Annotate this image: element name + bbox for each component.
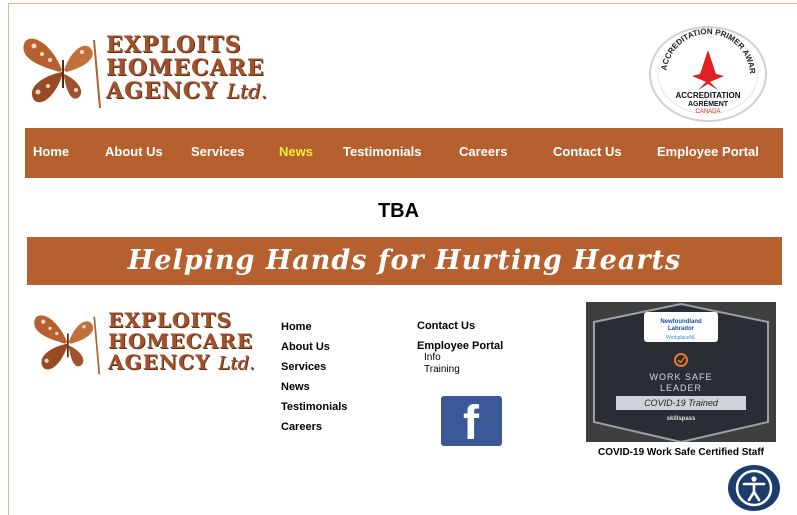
facebook-icon: f	[463, 397, 479, 450]
nav-contact-us[interactable]: Contact Us	[553, 144, 622, 159]
footer-logo-suffix: Ltd.	[218, 353, 255, 374]
accessibility-icon	[735, 469, 773, 507]
page-frame-top	[8, 3, 797, 4]
nav-testimonials[interactable]: Testimonials	[343, 144, 422, 159]
nav-about-us[interactable]: About Us	[105, 144, 163, 159]
footer-link-services[interactable]: Services	[281, 360, 347, 380]
covid-caption: COVID-19 Work Safe Certified Staff	[598, 447, 764, 458]
footer-logo[interactable]: EXPLOITS HOMECARE AGENCY Ltd.	[28, 308, 273, 376]
nav-services[interactable]: Services	[191, 144, 245, 159]
page-frame-left	[8, 3, 9, 515]
logo-wordmark: EXPLOITS HOMECARE AGENCY Ltd.	[106, 34, 267, 103]
footer-link-contact-us[interactable]: Contact Us	[417, 320, 503, 332]
footer-link-info[interactable]: Info	[417, 352, 503, 364]
site-logo[interactable]: EXPLOITS HOMECARE AGENCY Ltd.	[20, 30, 280, 110]
footer-logo-wordmark: EXPLOITS HOMECARE AGENCY Ltd.	[108, 308, 255, 375]
logo-line-1: EXPLOITS	[106, 32, 242, 58]
accessibility-button[interactable]	[728, 465, 780, 511]
award-line-3: CANADA	[695, 109, 720, 115]
covid-certification-image: Newfoundland Labrador WorkplaceNL WORK S…	[586, 302, 776, 442]
footer-links-secondary: Contact Us Employee Portal Info Training	[417, 320, 503, 376]
footer-link-employee-portal[interactable]: Employee Portal	[417, 340, 503, 352]
covid-line-1: WORK SAFE	[649, 372, 712, 382]
covid-footer-brand: skillspass	[667, 416, 696, 422]
logo-suffix: Ltd.	[226, 79, 268, 103]
footer-link-careers[interactable]: Careers	[281, 420, 347, 440]
footer-link-testimonials[interactable]: Testimonials	[281, 400, 347, 420]
slogan-banner: Helping Hands for Hurting Hearts	[27, 237, 782, 285]
award-line-2: AGRÉMENT	[688, 99, 729, 108]
footer-link-news[interactable]: News	[281, 380, 347, 400]
facebook-link[interactable]: f	[441, 396, 502, 450]
award-line-1: ACCREDITATION	[675, 91, 740, 100]
covid-line-3: COVID-19 Trained	[644, 398, 719, 408]
footer-link-about-us[interactable]: About Us	[281, 340, 347, 360]
footer-logo-line-2: HOMECARE	[108, 329, 254, 353]
butterfly-icon	[23, 38, 101, 109]
accreditation-award-seal: ACCREDITATION PRIMER AWARD ACCREDITATION…	[645, 17, 768, 122]
main-nav: Home About Us Services News Testimonials…	[25, 128, 783, 178]
footer-link-training[interactable]: Training	[417, 364, 503, 376]
footer-link-home[interactable]: Home	[281, 320, 347, 340]
footer-logo-line-1: EXPLOITS	[108, 308, 232, 332]
nav-news[interactable]: News	[279, 144, 313, 159]
page-heading: TBA	[377, 200, 420, 222]
logo-line-3: AGENCY	[106, 78, 218, 104]
nav-careers[interactable]: Careers	[459, 144, 507, 159]
covid-brand: WorkplaceNL	[666, 335, 696, 341]
nav-home[interactable]: Home	[33, 144, 69, 159]
footer-links-primary: Home About Us Services News Testimonials…	[281, 320, 347, 440]
covid-line-2: LEADER	[660, 383, 702, 393]
nav-employee-portal[interactable]: Employee Portal	[657, 144, 759, 159]
footer-logo-line-3: AGENCY	[108, 350, 211, 374]
butterfly-icon	[34, 315, 101, 375]
covid-org-line-1: Newfoundland	[660, 319, 702, 325]
logo-line-2: HOMECARE	[106, 55, 265, 81]
covid-org-line-2: Labrador	[668, 326, 695, 332]
